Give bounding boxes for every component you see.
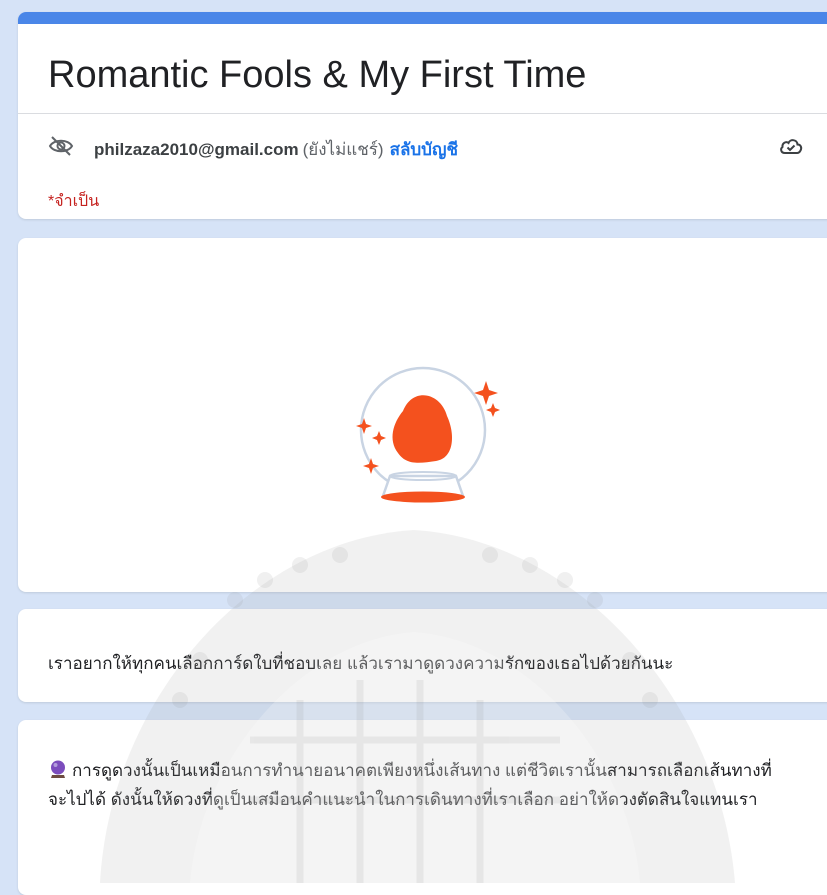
- share-status: (ยังไม่แชร์): [302, 140, 384, 159]
- form-header-card: Romantic Fools & My First Time philzaza2…: [18, 12, 827, 219]
- form-title: Romantic Fools & My First Time: [48, 54, 587, 96]
- image-card: [18, 238, 827, 592]
- required-note: *จำเป็น: [48, 193, 100, 210]
- crystal-ball-icon: [356, 366, 500, 503]
- cloud-saved-icon: [780, 139, 803, 154]
- account-row: philzaza2010@gmail.com (ยังไม่แชร์) สลับบั…: [48, 133, 818, 159]
- info-text: การดูดวงนั้นเป็นเหมือนการทำนายอนาคตเพียง…: [48, 761, 772, 809]
- header-accent-bar: [18, 12, 827, 24]
- info-card: การดูดวงนั้นเป็นเหมือนการทำนายอนาคตเพียง…: [18, 720, 827, 895]
- header-divider: [18, 113, 827, 114]
- switch-account-link[interactable]: สลับบัญชี: [390, 140, 458, 159]
- intro-card: เราอยากให้ทุกคนเลือกการ์ดใบที่ชอบเลย แล้…: [18, 609, 827, 702]
- account-email-row: philzaza2010@gmail.com (ยังไม่แชร์) สลับบั…: [94, 136, 458, 163]
- intro-text: เราอยากให้ทุกคนเลือกการ์ดใบที่ชอบเลย แล้…: [48, 654, 674, 673]
- crystal-ball-emoji-icon: [51, 760, 65, 778]
- info-paragraph: การดูดวงนั้นเป็นเหมือนการทำนายอนาคตเพียง…: [48, 756, 788, 814]
- eye-off-icon: [48, 136, 74, 156]
- account-email: philzaza2010@gmail.com: [94, 140, 299, 159]
